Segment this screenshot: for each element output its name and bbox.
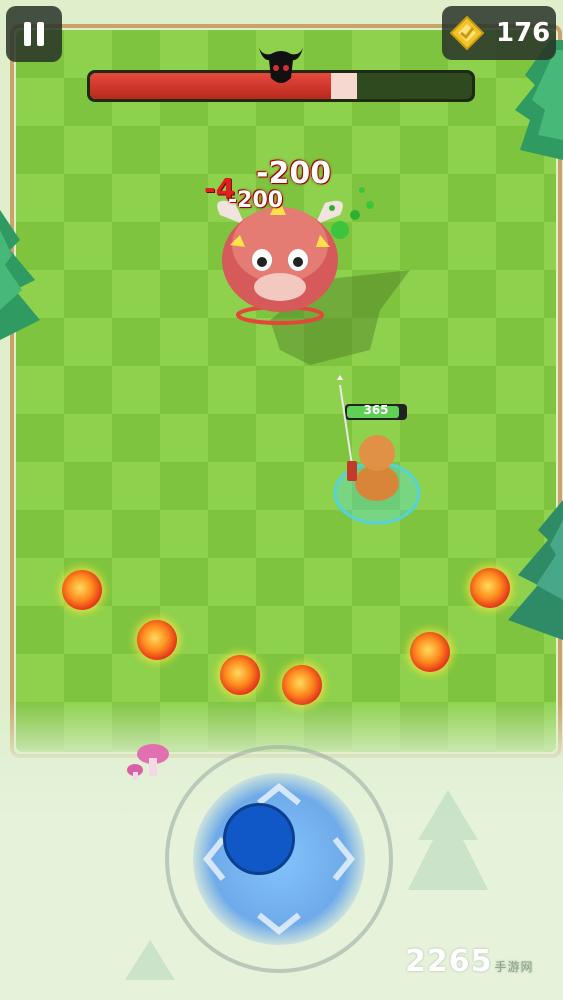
fireball-projectile (282, 665, 322, 705)
gem-counter: 176 (442, 6, 556, 60)
pause-icon (24, 22, 31, 46)
virtual-joystick[interactable] (165, 745, 393, 973)
fireball-projectile (62, 570, 102, 610)
gem-count: 176 (496, 18, 551, 48)
damage-number: -200 (256, 156, 332, 191)
joystick-knob[interactable] (223, 803, 295, 875)
fireball-projectile (470, 568, 510, 608)
tree-right-mid (508, 500, 563, 640)
watermark: 2265 手游网 (405, 944, 534, 979)
tree-left (0, 210, 40, 340)
fireball-projectile (137, 620, 177, 660)
damage-number: -200 (228, 188, 284, 213)
mushroom-icon (127, 744, 169, 780)
fireball-projectile (410, 632, 450, 672)
fireball-projectile (220, 655, 260, 695)
game-stage: -4 -200 -200 365 176 2265 手游网 (0, 0, 563, 1000)
misty-tree (408, 790, 488, 890)
misty-tree (125, 940, 175, 980)
watermark-brand: 2265 (405, 944, 493, 979)
gem-icon (450, 16, 484, 50)
player-archer (333, 375, 421, 525)
bull-skull-icon (259, 48, 303, 83)
pause-icon (37, 22, 44, 46)
watermark-suffix: 手游网 (494, 960, 534, 974)
arena-floor (16, 30, 556, 752)
pause-button[interactable] (6, 6, 62, 62)
